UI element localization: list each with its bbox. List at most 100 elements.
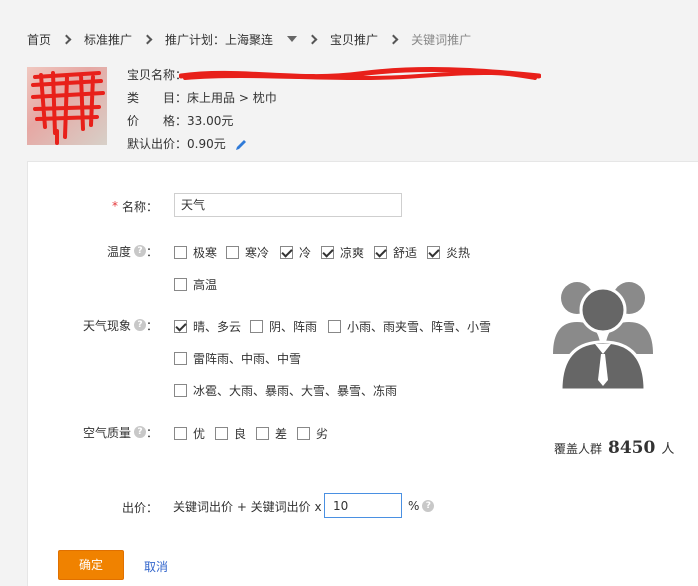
name-label: 名称： <box>121 199 158 214</box>
item-category-value: 床上用品 > 枕巾 <box>187 91 277 105</box>
weather-option-label: 晴、多云 <box>193 320 242 334</box>
checkbox-checked[interactable] <box>280 246 293 259</box>
temperature-option-label: 凉爽 <box>340 246 365 260</box>
checkbox[interactable] <box>174 246 187 259</box>
temperature-option[interactable]: 极寒 <box>174 244 217 261</box>
cancel-link[interactable]: 取消 <box>144 558 168 575</box>
confirm-button[interactable]: 确定 <box>58 550 124 580</box>
help-icon[interactable]: ? <box>133 319 146 331</box>
checkbox[interactable] <box>250 320 263 333</box>
breadcrumb-home[interactable]: 首页 <box>27 31 51 48</box>
bid-percent-wrap: % ? <box>408 499 435 513</box>
audience-icon <box>543 272 663 392</box>
item-default-bid-label: 默认出价： <box>127 137 188 151</box>
air-quality-option-label: 良 <box>234 427 247 441</box>
weather-label: 天气现象 <box>82 318 131 333</box>
help-icon[interactable]: ? <box>133 245 146 257</box>
weather-option[interactable]: 雷阵雨、中雨、中雪 <box>174 350 301 367</box>
item-category-label: 类 目： <box>127 91 188 105</box>
air-quality-option[interactable]: 劣 <box>297 425 328 442</box>
help-icon[interactable]: ? <box>133 426 146 438</box>
item-default-bid-row: 默认出价： 0.90元 <box>127 133 547 156</box>
redacted-name <box>179 67 541 80</box>
checkbox[interactable] <box>174 427 187 440</box>
temperature-option-label: 炎热 <box>446 246 471 260</box>
targeting-form: * 名称： 天气 温度 ? ： 极寒 寒冷 冷 凉爽 舒适 炎热高温 天气现象 ? ： 晴… <box>27 161 698 586</box>
checkbox-checked[interactable] <box>321 246 334 259</box>
temperature-label: 温度 <box>106 244 131 259</box>
chevron-right-icon <box>307 34 318 44</box>
air-quality-option-label: 优 <box>193 427 206 441</box>
temperature-option[interactable]: 凉爽 <box>321 244 364 261</box>
name-label-wrap: * 名称： <box>68 198 158 214</box>
breadcrumb-plan[interactable]: 推广计划：上海聚连 <box>165 31 273 48</box>
temperature-option-label: 冷 <box>299 246 312 260</box>
coverage-label: 覆盖人群 <box>554 442 603 456</box>
checkbox[interactable] <box>328 320 341 333</box>
temperature-option-label: 高温 <box>193 278 218 292</box>
checkbox[interactable] <box>297 427 310 440</box>
item-info: 宝贝名称： 类 目： 床上用品 > 枕巾 价 格： 33.00元 默认出价： 0… <box>127 64 547 156</box>
weather-option-label: 阴、阵雨 <box>269 320 318 334</box>
checkbox[interactable] <box>256 427 269 440</box>
temperature-option[interactable]: 炎热 <box>427 244 470 261</box>
weather-option-label: 冰雹、大雨、暴雨、大雪、暴雪、冻雨 <box>193 384 398 398</box>
item-name-label: 宝贝名称： <box>127 68 188 82</box>
temperature-option-label: 舒适 <box>393 246 418 260</box>
checkbox[interactable] <box>174 278 187 291</box>
bid-percent-input[interactable] <box>324 493 402 518</box>
colon: ： <box>145 244 158 259</box>
checkbox-checked[interactable] <box>374 246 387 259</box>
weather-option[interactable]: 冰雹、大雨、暴雨、大雪、暴雪、冻雨 <box>174 382 397 399</box>
help-icon[interactable]: ? <box>422 500 435 512</box>
air-quality-option[interactable]: 优 <box>174 425 205 442</box>
temperature-option-label: 极寒 <box>193 246 218 260</box>
chevron-right-icon <box>61 34 72 44</box>
checkbox[interactable] <box>215 427 228 440</box>
colon: ： <box>145 318 158 333</box>
item-price-value: 33.00元 <box>187 114 234 128</box>
item-price-label: 价 格： <box>127 114 188 128</box>
breadcrumb-item[interactable]: 宝贝推广 <box>330 31 378 48</box>
coverage-summary: 覆盖人群 8450 人 <box>554 438 674 458</box>
checkbox[interactable] <box>226 246 239 259</box>
item-name-row: 宝贝名称： <box>127 64 547 87</box>
weather-option[interactable]: 小雨、雨夹雪、阵雪、小雪 <box>328 318 491 335</box>
item-default-bid-value: 0.90元 <box>187 137 226 151</box>
checkbox[interactable] <box>174 352 187 365</box>
weather-option[interactable]: 阴、阵雨 <box>250 318 317 335</box>
temperature-option[interactable]: 冷 <box>280 244 311 261</box>
caret-down-icon[interactable] <box>287 36 298 42</box>
checkbox-checked[interactable] <box>427 246 440 259</box>
chevron-right-icon <box>388 34 399 44</box>
item-price-row: 价 格： 33.00元 <box>127 110 547 133</box>
breadcrumb-current: 关键词推广 <box>411 32 472 47</box>
percent-sign: % <box>408 499 420 513</box>
temperature-option[interactable]: 寒冷 <box>226 244 269 261</box>
bid-label-wrap: 出价： <box>68 499 158 515</box>
air-label: 空气质量 <box>82 425 131 440</box>
air-quality-option[interactable]: 良 <box>215 425 246 442</box>
air-quality-option-label: 差 <box>275 427 288 441</box>
coverage-unit: 人 <box>661 442 675 457</box>
checkbox[interactable] <box>174 384 187 397</box>
item-category-row: 类 目： 床上用品 > 枕巾 <box>127 87 547 110</box>
temperature-option[interactable]: 舒适 <box>374 244 417 261</box>
weather-option-label: 雷阵雨、中雨、中雪 <box>193 352 302 366</box>
bid-label: 出价： <box>121 500 158 515</box>
product-thumbnail <box>27 67 107 145</box>
temperature-option-label: 寒冷 <box>245 246 270 260</box>
breadcrumb-standard[interactable]: 标准推广 <box>84 31 132 48</box>
temperature-option[interactable]: 高温 <box>174 276 217 293</box>
weather-label-wrap: 天气现象 ? ： <box>68 317 158 333</box>
coverage-count: 8450 <box>608 438 656 458</box>
redaction-scribble <box>31 71 105 145</box>
weather-option[interactable]: 晴、多云 <box>174 318 241 335</box>
air-quality-option[interactable]: 差 <box>256 425 287 442</box>
name-input[interactable]: 天气 <box>174 193 402 217</box>
air-label-wrap: 空气质量 ? ： <box>68 424 158 440</box>
edit-pencil-icon[interactable] <box>234 138 248 152</box>
required-mark: * <box>111 199 118 213</box>
bid-formula: 关键词出价 + 关键词出价 x <box>173 500 322 514</box>
checkbox-checked[interactable] <box>174 320 187 333</box>
